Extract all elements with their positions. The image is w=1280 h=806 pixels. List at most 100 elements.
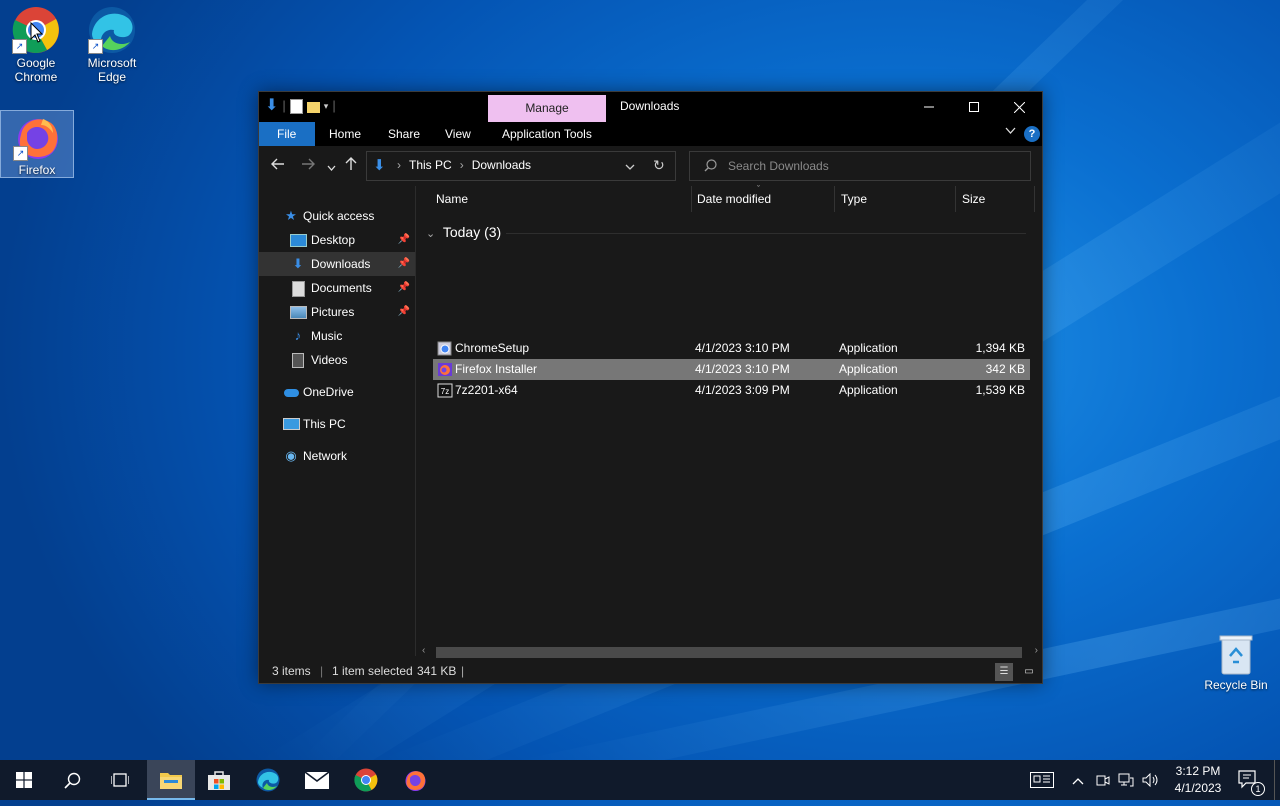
sort-indicator-icon: ˇ <box>757 184 760 194</box>
tab-file[interactable]: File <box>259 122 316 146</box>
action-center-button[interactable]: 1 <box>1238 760 1265 800</box>
search-box[interactable] <box>689 151 1031 181</box>
large-icons-view-button[interactable]: ▭ <box>1020 663 1038 681</box>
address-bar[interactable]: ⬇ › This PC › Downloads ↻ <box>366 151 676 181</box>
svg-text:7z: 7z <box>441 387 449 396</box>
new-folder-icon[interactable] <box>306 101 320 113</box>
column-header-size[interactable]: Size <box>956 186 1035 212</box>
back-button[interactable] <box>271 157 285 176</box>
taskbar-microsoft-edge[interactable] <box>244 760 292 800</box>
refresh-icon[interactable]: ↻ <box>653 157 665 174</box>
maximize-button[interactable] <box>951 92 997 122</box>
desktop-icon-label: Chrome <box>14 70 58 84</box>
close-button[interactable] <box>996 92 1042 122</box>
firefox-icon: ↗ <box>13 113 61 161</box>
properties-icon[interactable] <box>289 98 303 114</box>
status-bar: 3 items | 1 item selected 341 KB | ☰ ▭ <box>259 661 1042 683</box>
column-header-date-modified[interactable]: Date modified ˇ <box>691 184 835 212</box>
scroll-left-icon[interactable]: ‹ <box>422 645 425 656</box>
nav-item-label: This PC <box>303 417 346 431</box>
task-view-button[interactable] <box>96 760 144 800</box>
desktop-icon-label: Edge <box>97 70 127 84</box>
file-name: 7z2201-x64 <box>455 383 518 397</box>
shortcut-arrow-icon: ↗ <box>88 39 103 54</box>
back-arrow-icon <box>271 158 284 170</box>
show-hidden-icons-chevron-icon[interactable] <box>1072 760 1084 800</box>
file-row[interactable]: ChromeSetup 4/1/2023 3:10 PM Application… <box>433 338 1030 359</box>
nav-item-desktop[interactable]: Desktop 📌 <box>259 228 415 252</box>
show-desktop-button[interactable] <box>1274 760 1275 800</box>
start-button[interactable] <box>0 760 48 800</box>
nav-item-label: Downloads <box>311 257 371 271</box>
nav-item-label: Music <box>311 329 343 343</box>
column-header-name[interactable]: Name <box>430 186 692 212</box>
nav-item-documents[interactable]: Documents 📌 <box>259 276 415 300</box>
horizontal-scrollbar[interactable]: ‹ › <box>416 644 1042 661</box>
nav-item-pictures[interactable]: Pictures 📌 <box>259 300 415 324</box>
network-status-icon[interactable] <box>1118 760 1134 800</box>
taskbar-firefox[interactable] <box>391 760 439 800</box>
breadcrumb-downloads[interactable]: Downloads <box>472 158 531 172</box>
volume-icon[interactable] <box>1142 760 1160 800</box>
forward-button[interactable] <box>301 157 315 176</box>
breadcrumb: › This PC › Downloads <box>397 158 532 172</box>
file-size: 1,394 KB <box>975 341 1025 355</box>
details-view-button[interactable]: ☰ <box>995 663 1013 681</box>
news-widget-icon[interactable] <box>1030 760 1054 800</box>
desktop-icon-label: Recycle Bin <box>1204 678 1268 692</box>
search-input[interactable] <box>726 157 1020 175</box>
taskbar-mail[interactable] <box>293 760 341 800</box>
system-clock[interactable]: 3:12 PM 4/1/2023 <box>1163 763 1233 797</box>
recent-locations-button[interactable] <box>327 159 336 177</box>
status-selected-size: 341 KB <box>417 664 457 678</box>
desktop-icon-microsoft-edge[interactable]: ↗ Microsoft Edge <box>76 6 148 84</box>
tab-view[interactable]: View <box>431 122 485 146</box>
nav-item-network[interactable]: ◉ Network <box>259 444 415 468</box>
down-arrow-icon[interactable]: ⬇ <box>265 98 278 114</box>
customize-chevron-icon[interactable]: ▾ <box>324 98 329 114</box>
pin-icon: 📌 <box>397 282 410 293</box>
close-icon <box>1013 101 1025 114</box>
meet-now-icon[interactable] <box>1096 760 1110 800</box>
nav-item-this-pc[interactable]: This PC <box>259 412 415 436</box>
expand-ribbon-chevron-icon[interactable] <box>1005 126 1016 138</box>
file-row[interactable]: 7z 7z2201-x64 4/1/2023 3:09 PM Applicati… <box>433 380 1030 401</box>
file-date: 4/1/2023 3:10 PM <box>695 362 790 376</box>
tab-manage[interactable]: Manage <box>488 95 606 122</box>
column-header-type[interactable]: Type <box>835 186 956 212</box>
file-type: Application <box>839 362 898 376</box>
address-dropdown-icon[interactable] <box>625 160 635 174</box>
breadcrumb-this-pc[interactable]: This PC <box>409 158 452 172</box>
scrollbar-thumb[interactable] <box>436 647 1022 658</box>
tab-home[interactable]: Home <box>315 122 375 146</box>
desktop-icon-google-chrome[interactable]: ↗ Google Chrome <box>0 6 72 84</box>
search-icon <box>63 772 80 789</box>
file-row[interactable]: Firefox Installer 4/1/2023 3:10 PM Appli… <box>433 359 1030 380</box>
minimize-button[interactable] <box>906 92 952 122</box>
nav-item-onedrive[interactable]: OneDrive <box>259 380 415 404</box>
quick-access-toolbar: ⬇ | ▾ | <box>265 97 336 114</box>
star-icon: ★ <box>285 208 297 223</box>
taskbar-microsoft-store[interactable] <box>195 760 243 800</box>
tab-application-tools[interactable]: Application Tools <box>488 122 606 146</box>
nav-item-videos[interactable]: Videos <box>259 348 415 372</box>
nav-item-quick-access[interactable]: ★ Quick access <box>259 204 415 228</box>
taskbar-google-chrome[interactable] <box>342 760 390 800</box>
group-header-today[interactable]: ⌄ Today (3) <box>426 224 1026 240</box>
tab-share[interactable]: Share <box>374 122 434 146</box>
up-button[interactable] <box>345 157 357 176</box>
desktop-icon-label: Google <box>16 56 56 70</box>
videos-folder-icon <box>290 352 306 368</box>
nav-item-downloads[interactable]: ⬇ Downloads 📌 <box>259 252 415 276</box>
nav-item-music[interactable]: ♪ Music <box>259 324 415 348</box>
search-button[interactable] <box>48 760 96 800</box>
desktop-icon-firefox[interactable]: ↗ Firefox <box>0 110 74 178</box>
pin-icon: 📌 <box>397 234 410 245</box>
nav-item-label: Videos <box>311 353 348 367</box>
firefox-installer-icon <box>438 363 452 376</box>
desktop-icon-recycle-bin[interactable]: Recycle Bin <box>1200 632 1272 692</box>
music-note-icon: ♪ <box>294 328 302 343</box>
help-button[interactable]: ? <box>1024 126 1040 142</box>
scroll-right-icon[interactable]: › <box>1035 645 1038 656</box>
taskbar-file-explorer[interactable] <box>147 760 195 800</box>
